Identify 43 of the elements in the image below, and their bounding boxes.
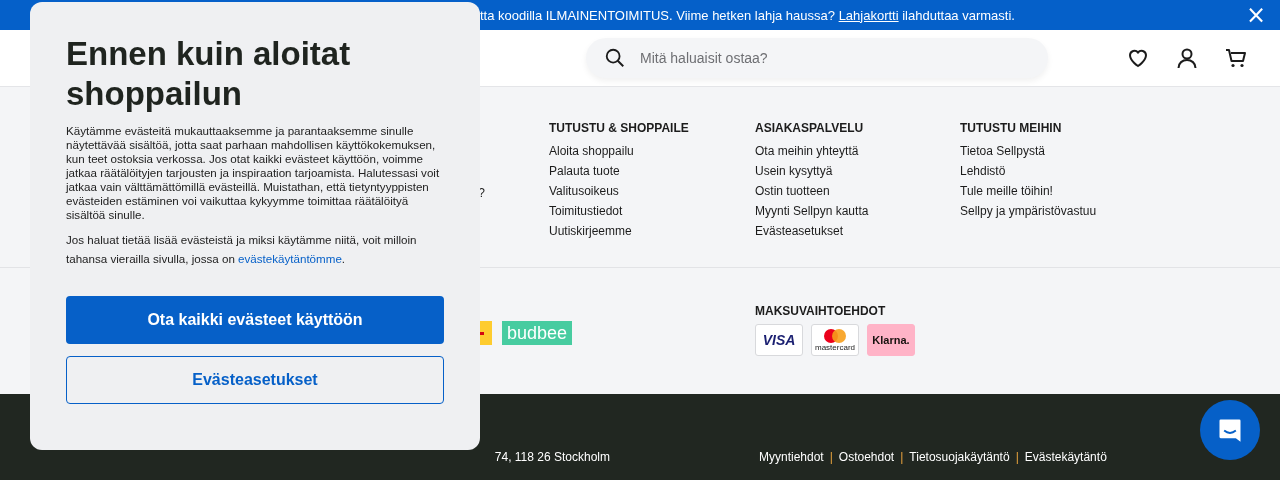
footer-link[interactable]: Toimitustiedot (549, 201, 623, 221)
separator: | (1015, 450, 1019, 464)
user-icon[interactable] (1175, 46, 1199, 70)
accept-all-button[interactable]: Ota kaikki evästeet käyttöön (66, 296, 444, 344)
footer-link[interactable]: Valitusoikeus (549, 181, 619, 201)
separator: | (829, 450, 833, 464)
dialog-title: Ennen kuin aloitat shoppailun (66, 34, 352, 114)
footer-link[interactable]: Tule meille töihin! (960, 181, 1053, 201)
promo-text: tta koodilla ILMAINENTOIMITUS. Viime hetken lahja haussa? Lahjakortti ilahduttaa varmasti. (480, 7, 1016, 23)
footer-link[interactable]: Ostin tuotteen (755, 181, 830, 201)
address-text: 74, 118 26 Stockholm (493, 450, 610, 464)
footer-link[interactable]: Sellpy ja ympäristövastuu (960, 201, 1097, 221)
gift-card-link[interactable]: Lahjakortti (838, 7, 899, 23)
column-heading: TUTUSTU & SHOPPAILE (549, 121, 689, 135)
column-heading: ASIAKASPALVELU (755, 121, 864, 135)
footer-link[interactable]: Palauta tuote (549, 161, 620, 181)
search-icon[interactable] (604, 47, 626, 69)
footer-link[interactable]: Usein kysyttyä (755, 161, 833, 181)
footer-link[interactable]: Myyntiehdot (759, 450, 824, 464)
footer-link[interactable]: Evästekäytäntö (1024, 450, 1107, 464)
footer-link[interactable]: Evästeasetukset (755, 221, 844, 241)
cart-icon[interactable] (1224, 46, 1248, 70)
payment-logo: Klarna. (867, 324, 915, 356)
dialog-text: Jos haluat tietää lisää evästeistä ja miksi käytämme niitä, voit milloin tahansa vierailla sivulla, jossa on evästekäytäntömme. (66, 232, 418, 267)
payment-logo: mastercard (811, 324, 859, 356)
footer-link[interactable]: Tietosuojakäytäntö (909, 450, 1010, 464)
cookie-settings-button[interactable]: Evästeasetukset (66, 356, 444, 404)
payment-logo: VISA (755, 324, 803, 356)
dialog-text: Käytämme evästeitä mukauttaaksemme ja parantaaksemme sinulle näytettävää sisältöä, jotta saat parhaan mahdollisen käyttökokemuksen, kun teet ostoksia verkossa. Jos otat kaikki evästeet käyttöön, voimme jatkaa räätälöityjen tarjousten ja inspiraation tarjoamista. Halutessasi voit jatkaa vain välttämättömillä evästeillä. Muistathan, että tietyntyyppisten evästeiden estäminen voi vaikuttaa kykyymme toimittaa räätälöityä sisältöä sinulle. (66, 124, 441, 222)
footer-link[interactable]: Lehdistö (960, 161, 1006, 181)
close-button[interactable]: × (1245, 5, 1266, 25)
footer-link[interactable]: Myynti Sellpyn kautta (755, 201, 869, 221)
cookie-policy-link[interactable]: evästekäytäntömme (238, 252, 342, 265)
footer-link[interactable]: Ota meihin yhteyttä (755, 141, 859, 161)
footer-link[interactable]: Ostoehdot (838, 450, 895, 464)
section-heading: MAKSUVAIHTOEHDOT (755, 304, 887, 318)
footer-link[interactable]: Aloita shoppailu (549, 141, 634, 161)
footer-link[interactable]: Tietoa Sellpystä (960, 141, 1045, 161)
column-heading: TUTUSTU MEIHIN (960, 121, 1062, 135)
carrier-logo: budbee (502, 321, 572, 345)
search-field[interactable]: Mitä haluaisit ostaa? (586, 38, 1048, 78)
separator: | (900, 450, 904, 464)
footer-link[interactable]: Uutiskirjeemme (549, 221, 632, 241)
